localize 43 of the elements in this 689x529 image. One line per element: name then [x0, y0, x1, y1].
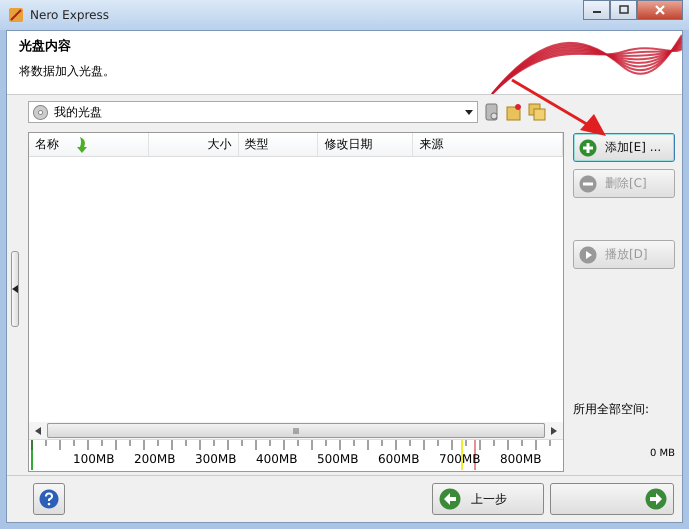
new-folder-icon[interactable] — [506, 103, 522, 121]
close-icon — [654, 4, 666, 16]
help-icon — [39, 489, 59, 509]
used-space-label: 所用全部空间: — [573, 401, 650, 418]
ruler-label: 600MB — [378, 452, 420, 466]
page-title: 光盘内容 — [19, 38, 72, 55]
column-header[interactable]: 来源 — [413, 133, 563, 156]
minus-icon — [579, 174, 597, 192]
next-button[interactable] — [550, 483, 674, 515]
column-header[interactable]: 名称 — [29, 133, 149, 156]
caret-icon — [465, 110, 473, 114]
disc-icon — [33, 104, 48, 120]
collapse-handle[interactable] — [11, 251, 19, 327]
disc-drive-icon[interactable] — [484, 103, 500, 121]
column-header[interactable]: 大小 — [148, 133, 239, 156]
window-title: Nero Express — [30, 8, 110, 22]
minimize-button[interactable] — [583, 0, 610, 20]
scroll-left-icon[interactable] — [35, 426, 41, 434]
disc-dropdown[interactable]: 我的光盘 — [28, 101, 478, 123]
close-button[interactable] — [637, 0, 683, 20]
down-arrow-icon — [77, 136, 89, 152]
add-button[interactable]: 添加[E] ... — [573, 133, 675, 162]
horizontal-scrollbar[interactable] — [29, 422, 563, 439]
ruler-label: 400MB — [256, 452, 298, 466]
ruler-label: 200MB — [134, 452, 176, 466]
ruler-label: 500MB — [317, 452, 360, 466]
back-button[interactable]: 上一步 — [432, 483, 544, 515]
maximize-button[interactable] — [610, 0, 637, 20]
page-subtitle: 将数据加入光盘。 — [19, 63, 115, 80]
plus-icon — [579, 138, 597, 156]
ruler-label: 100MB — [73, 452, 116, 466]
grip-icon — [293, 428, 299, 434]
column-header[interactable]: 类型 — [238, 133, 318, 156]
maximize-icon — [618, 5, 628, 15]
column-header[interactable]: 修改日期 — [318, 133, 414, 156]
scroll-right-icon[interactable] — [551, 426, 557, 434]
help-button[interactable] — [33, 483, 65, 515]
ruler-label: 300MB — [195, 452, 238, 466]
ruler-label: 800MB — [500, 452, 542, 466]
folders-icon[interactable] — [528, 103, 546, 121]
used-space-value: 0 MB — [648, 448, 675, 459]
app-icon — [8, 7, 24, 23]
play-icon — [579, 246, 597, 264]
